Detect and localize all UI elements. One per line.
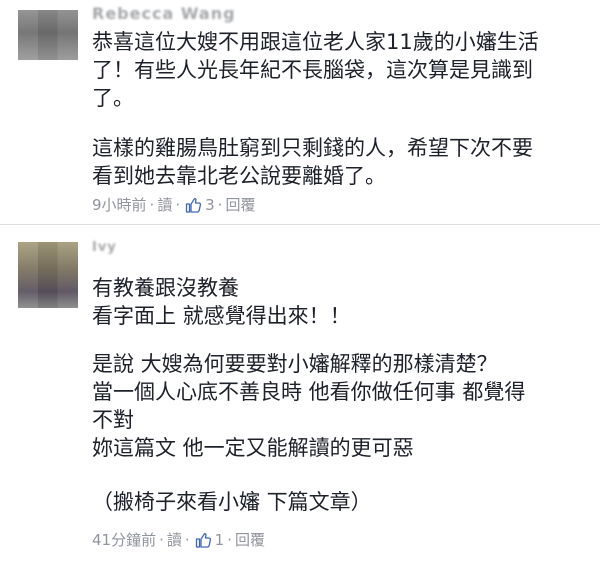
meta-separator: · bbox=[159, 530, 164, 549]
thumbs-up-icon[interactable] bbox=[183, 196, 205, 214]
comment-timestamp[interactable]: 9小時前 bbox=[92, 194, 147, 215]
comment-item: Ivy 有教養跟沒教養 看字面上 就感覺得出來！！ 是說 大嫂為何要要對小嬸解釋… bbox=[0, 232, 600, 571]
meta-separator: · bbox=[227, 530, 232, 549]
comment-text: 是說 大嫂為何要要對小嬸解釋的那樣清楚？ 當一個人心底不善良時 他看你做任何事 … bbox=[92, 352, 526, 460]
reply-link[interactable]: 回覆 bbox=[235, 529, 265, 550]
like-count[interactable]: 1 bbox=[215, 531, 225, 549]
avatar[interactable] bbox=[18, 242, 78, 308]
comment-text: 有教養跟沒教養 看字面上 就感覺得出來！！ bbox=[92, 276, 351, 328]
meta-separator: · bbox=[175, 195, 181, 214]
comment-meta: 9小時前 · 讀 · 3 · 回覆 bbox=[92, 194, 255, 215]
reply-link[interactable]: 回覆 bbox=[225, 194, 255, 215]
comment-meta: 41分鐘前 · 讀 · 1 · 回覆 bbox=[92, 529, 265, 550]
comment-text: 這樣的雞腸鳥肚窮到只剩錢的人，希望下次不要 看到她去靠北老公說要離婚了。 bbox=[92, 136, 533, 188]
comment-divider bbox=[0, 224, 600, 225]
like-count[interactable]: 3 bbox=[205, 196, 215, 214]
comment-author[interactable]: Ivy bbox=[92, 240, 117, 255]
thumbs-up-icon[interactable] bbox=[193, 531, 215, 549]
avatar[interactable] bbox=[18, 10, 78, 60]
comment-text: （搬椅子來看小嬸 下篇文章） bbox=[92, 490, 372, 514]
read-link[interactable]: 讀 bbox=[167, 529, 182, 550]
read-link[interactable]: 讀 bbox=[157, 194, 172, 215]
comment-text: 恭喜這位大嫂不用跟這位老人家11歲的小嬸生活 了！有些人光長年紀不長腦袋，這次算… bbox=[92, 30, 539, 110]
comment-item: Rebecca Wang 恭喜這位大嫂不用跟這位老人家11歲的小嬸生活 了！有些… bbox=[0, 0, 600, 222]
meta-separator: · bbox=[149, 195, 155, 214]
comment-timestamp[interactable]: 41分鐘前 bbox=[92, 529, 156, 550]
comment-author[interactable]: Rebecca Wang bbox=[92, 4, 236, 23]
meta-separator: · bbox=[184, 530, 190, 549]
meta-separator: · bbox=[217, 195, 223, 214]
